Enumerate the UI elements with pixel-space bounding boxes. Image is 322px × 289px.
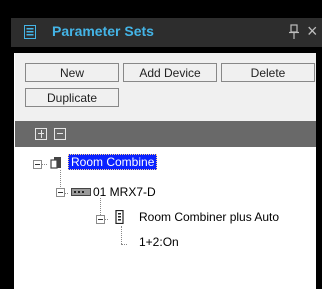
tree-item-setting[interactable]: 1+2:On	[139, 235, 179, 249]
panel-content: New Add Device Delete Duplicate Room Com…	[14, 53, 316, 289]
parameter-set-tree: Room Combine 01 MRX7-D Room Combiner plu…	[15, 147, 316, 289]
room-combine-icon	[50, 157, 61, 169]
tree-collapse-toggle[interactable]	[33, 160, 42, 169]
panel-title: Parameter Sets	[52, 23, 154, 39]
delete-button[interactable]: Delete	[221, 63, 315, 82]
tree-item-component[interactable]: Room Combiner plus Auto	[139, 210, 279, 224]
component-icon	[115, 210, 124, 224]
tree-collapse-toggle[interactable]	[96, 215, 105, 224]
tree-toolbar	[15, 121, 316, 147]
expand-all-icon[interactable]	[35, 128, 47, 140]
device-rack-icon	[71, 188, 91, 196]
duplicate-button[interactable]: Duplicate	[25, 88, 119, 107]
tree-item-device[interactable]: 01 MRX7-D	[93, 185, 156, 199]
panel-title-bar: Parameter Sets ×	[11, 18, 322, 47]
collapse-all-icon[interactable]	[54, 128, 66, 140]
panel-document-icon	[24, 25, 36, 39]
pin-icon[interactable]	[288, 24, 300, 40]
tree-item-room-combine[interactable]: Room Combine	[68, 154, 158, 170]
tree-collapse-toggle[interactable]	[56, 188, 65, 197]
add-device-button[interactable]: Add Device	[123, 63, 217, 82]
close-icon[interactable]: ×	[307, 21, 318, 41]
new-button[interactable]: New	[25, 63, 119, 82]
parameter-sets-panel: Parameter Sets × New Add Device Delete D…	[0, 0, 322, 289]
